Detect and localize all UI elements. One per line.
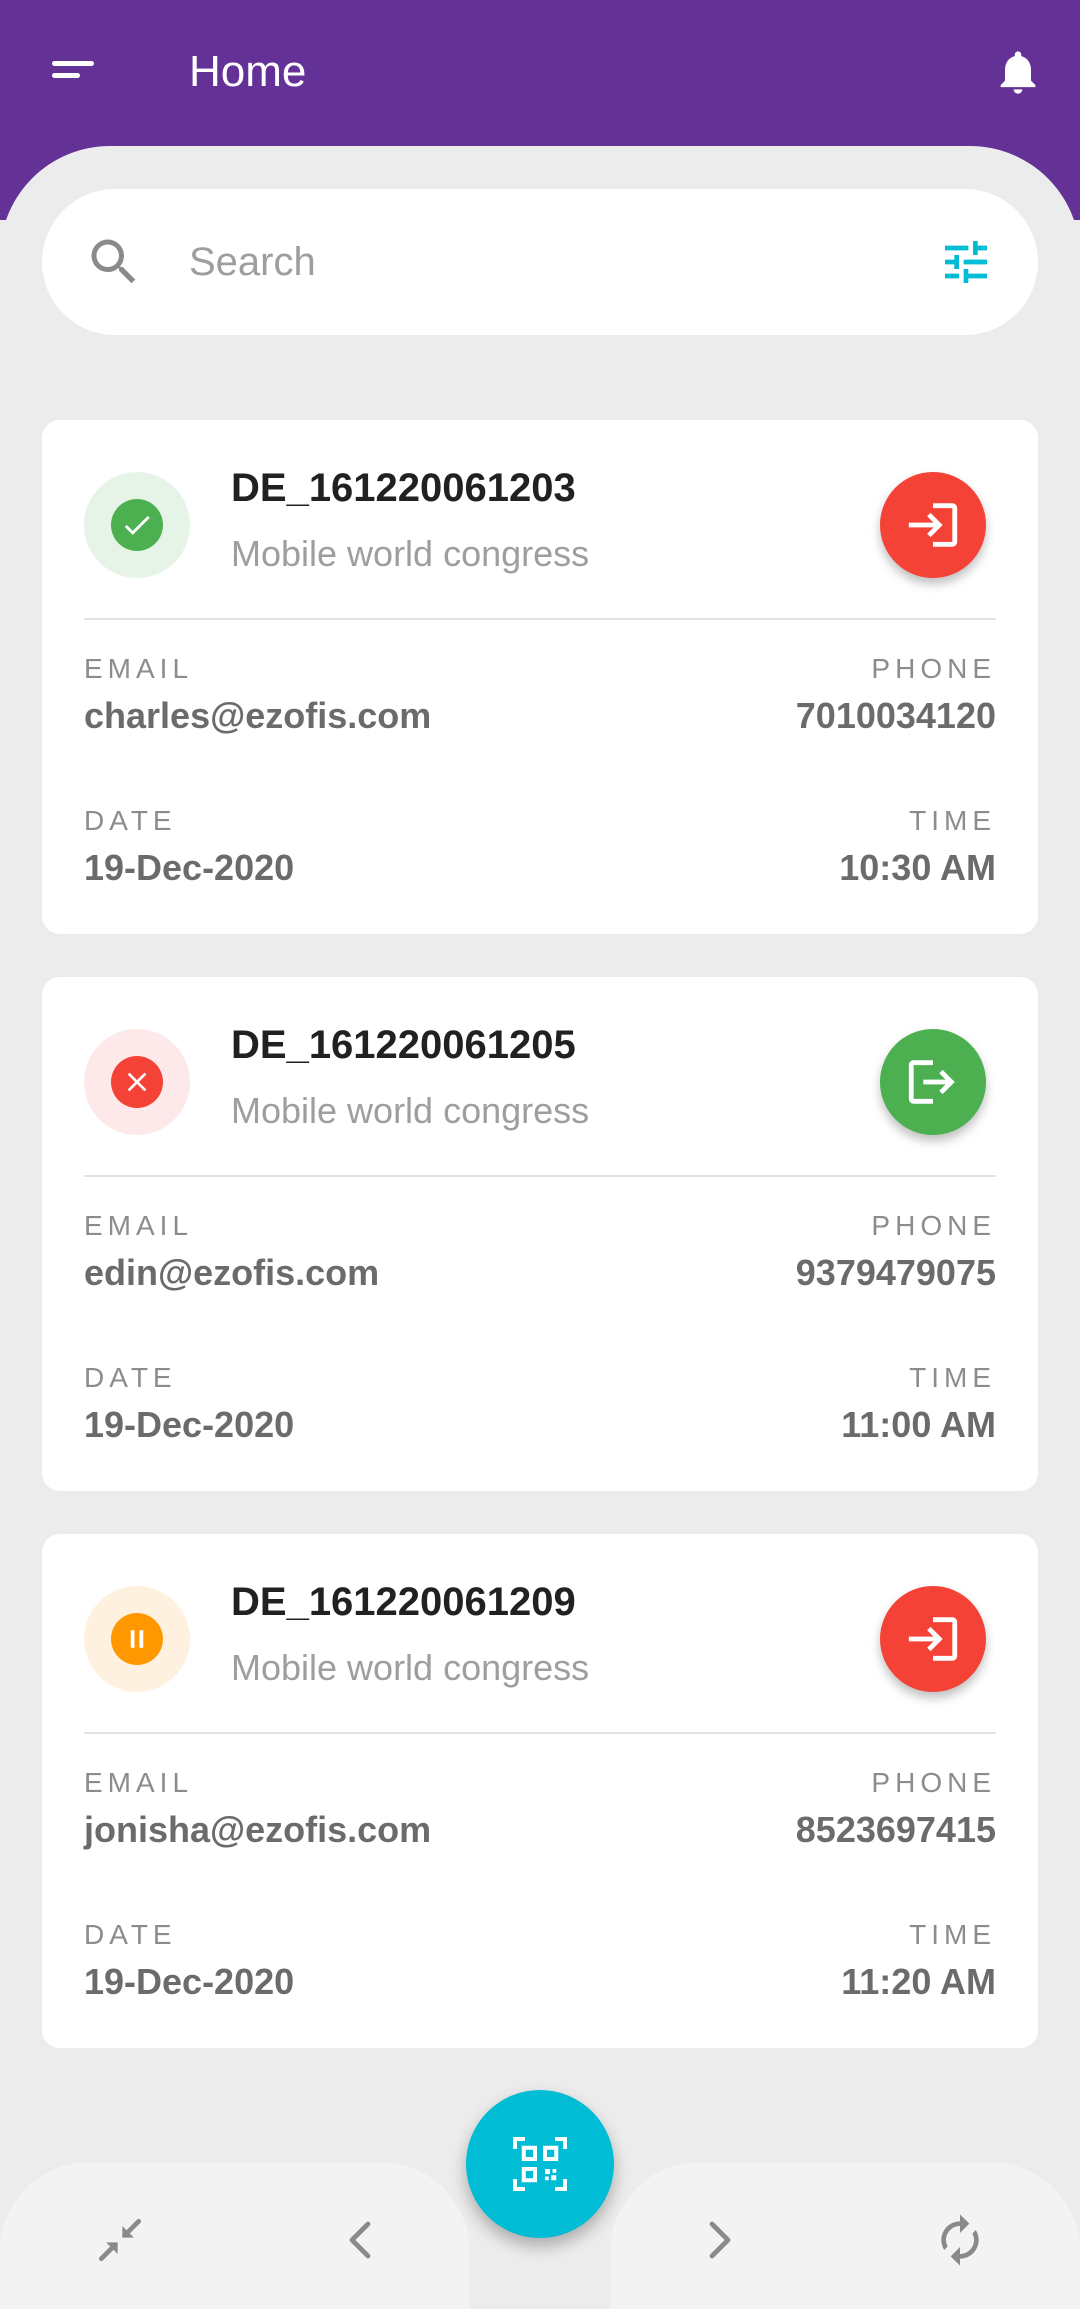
status-indicator — [84, 472, 190, 578]
menu-icon — [52, 61, 94, 78]
check-in-button[interactable] — [880, 1586, 986, 1692]
phone-value: 7010034120 — [795, 695, 996, 736]
search-input[interactable] — [189, 230, 889, 294]
time-value: 10:30 AM — [839, 847, 996, 888]
refresh-icon — [941, 2214, 979, 2266]
phone-label: PHONE — [871, 1210, 996, 1241]
visitor-card[interactable]: DE_161220061205 Mobile world congress EM… — [42, 977, 1038, 1491]
time-label: TIME — [909, 1919, 996, 1950]
login-icon — [908, 1617, 958, 1661]
visitor-id: DE_161220061209 — [231, 1580, 576, 1624]
next-button[interactable] — [678, 2200, 758, 2280]
date-value: 19-Dec-2020 — [84, 1961, 295, 2002]
email-value: jonisha@ezofis.com — [84, 1809, 432, 1850]
qr-scan-button[interactable] — [466, 2090, 614, 2238]
login-icon — [908, 503, 958, 547]
chevron-right-icon — [709, 2221, 731, 2259]
divider — [84, 1175, 996, 1177]
pause-icon — [130, 1630, 144, 1648]
search-icon — [91, 239, 136, 284]
visitor-card[interactable]: DE_161220061203 Mobile world congress EM… — [42, 420, 1038, 934]
phone-value: 9379479075 — [795, 1252, 996, 1293]
divider — [84, 618, 996, 620]
collapse-button[interactable] — [80, 2200, 160, 2280]
time-value: 11:00 AM — [841, 1404, 996, 1445]
close-icon — [127, 1072, 147, 1092]
bell-icon — [1000, 51, 1036, 94]
page-title: Home — [189, 47, 307, 96]
tune-icon — [945, 241, 987, 283]
phone-label: PHONE — [871, 1767, 996, 1798]
notifications-button[interactable] — [986, 40, 1050, 104]
check-icon — [124, 515, 150, 535]
chevron-left-icon — [349, 2221, 371, 2259]
check-out-button[interactable] — [880, 1029, 986, 1135]
date-value: 19-Dec-2020 — [84, 1404, 295, 1445]
previous-button[interactable] — [322, 2200, 402, 2280]
visitor-id: DE_161220061205 — [231, 1023, 576, 1067]
visitor-id: DE_161220061203 — [231, 466, 576, 510]
time-value: 11:20 AM — [841, 1961, 996, 2002]
phone-label: PHONE — [871, 653, 996, 684]
divider — [84, 1732, 996, 1734]
menu-button[interactable] — [44, 46, 104, 98]
date-label: DATE — [84, 1362, 177, 1393]
time-label: TIME — [909, 1362, 996, 1393]
qr-scan-icon — [513, 2137, 567, 2191]
email-label: EMAIL — [84, 653, 194, 684]
date-label: DATE — [84, 1919, 177, 1950]
logout-icon — [908, 1060, 955, 1104]
time-label: TIME — [909, 805, 996, 836]
email-label: EMAIL — [84, 1767, 194, 1798]
email-label: EMAIL — [84, 1210, 194, 1241]
status-indicator — [84, 1586, 190, 1692]
collapse-icon — [99, 2219, 142, 2261]
check-in-button[interactable] — [880, 472, 986, 578]
filter-button[interactable] — [934, 230, 998, 294]
refresh-button[interactable] — [920, 2200, 1000, 2280]
event-name: Mobile world congress — [231, 1090, 590, 1131]
event-name: Mobile world congress — [231, 1647, 590, 1688]
email-value: edin@ezofis.com — [84, 1252, 380, 1293]
visitor-card[interactable]: DE_161220061209 Mobile world congress EM… — [42, 1534, 1038, 2048]
event-name: Mobile world congress — [231, 533, 590, 574]
date-label: DATE — [84, 805, 177, 836]
date-value: 19-Dec-2020 — [84, 847, 295, 888]
email-value: charles@ezofis.com — [84, 695, 432, 736]
status-indicator — [84, 1029, 190, 1135]
phone-value: 8523697415 — [795, 1809, 996, 1850]
